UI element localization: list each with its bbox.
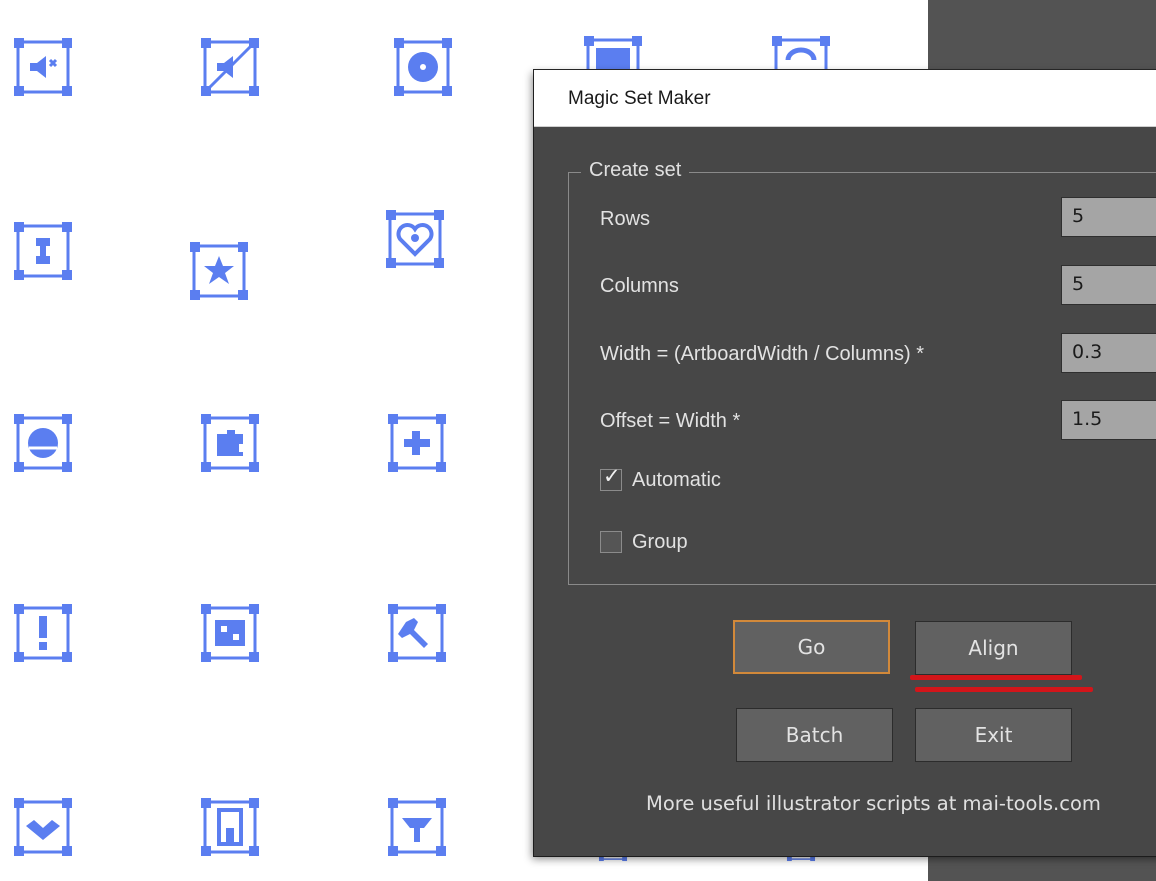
dialog-titlebar[interactable]: Magic Set Maker (534, 70, 1156, 127)
speaker-icon[interactable] (12, 36, 74, 98)
rows-input[interactable]: 5 (1061, 197, 1156, 237)
disc-icon[interactable] (392, 36, 454, 98)
columns-label: Columns (600, 275, 679, 297)
exclamation-icon[interactable] (12, 602, 74, 664)
group-label: Group (632, 530, 688, 553)
batch-button[interactable]: Batch (736, 708, 893, 762)
group-checkbox[interactable] (600, 531, 622, 553)
dialog-title: Magic Set Maker (568, 88, 711, 109)
handshake-icon[interactable] (12, 796, 74, 858)
columns-input[interactable]: 5 (1061, 265, 1156, 305)
width-label: Width = (ArtboardWidth / Columns) * (600, 343, 924, 365)
star-icon[interactable] (188, 240, 250, 302)
width-input[interactable]: 0.3 (1061, 333, 1156, 373)
medical-icon[interactable] (386, 412, 448, 474)
automatic-option[interactable]: ✓ Automatic (600, 464, 721, 492)
globe-icon[interactable] (12, 412, 74, 474)
wrench-icon[interactable] (386, 602, 448, 664)
automatic-checkbox[interactable]: ✓ (600, 464, 622, 491)
footer-link-text[interactable]: More useful illustrator scripts at mai-t… (646, 792, 1101, 815)
offset-input[interactable]: 1.5 (1061, 400, 1156, 440)
align-button[interactable]: Align (915, 621, 1072, 675)
checkmark-icon: ✓ (603, 464, 621, 488)
mute-icon[interactable] (199, 36, 261, 98)
go-button[interactable]: Go (733, 620, 890, 674)
magic-set-maker-dialog: Magic Set Maker Create set Rows 5 Column… (534, 70, 1156, 856)
network-icon[interactable] (199, 602, 261, 664)
red-underline-mark-2 (915, 687, 1093, 692)
exit-button[interactable]: Exit (915, 708, 1072, 762)
red-underline-mark (910, 675, 1082, 680)
group-option[interactable]: Group (600, 530, 688, 554)
rows-label: Rows (600, 208, 651, 230)
building-icon[interactable] (199, 796, 261, 858)
offset-label: Offset = Width * (600, 410, 741, 432)
gear-icon[interactable] (12, 220, 74, 282)
tree-icon[interactable] (386, 796, 448, 858)
create-set-legend: Create set (581, 159, 690, 182)
automatic-label: Automatic (632, 468, 721, 491)
puzzle-icon[interactable] (199, 412, 261, 474)
heart-icon[interactable] (384, 208, 446, 270)
